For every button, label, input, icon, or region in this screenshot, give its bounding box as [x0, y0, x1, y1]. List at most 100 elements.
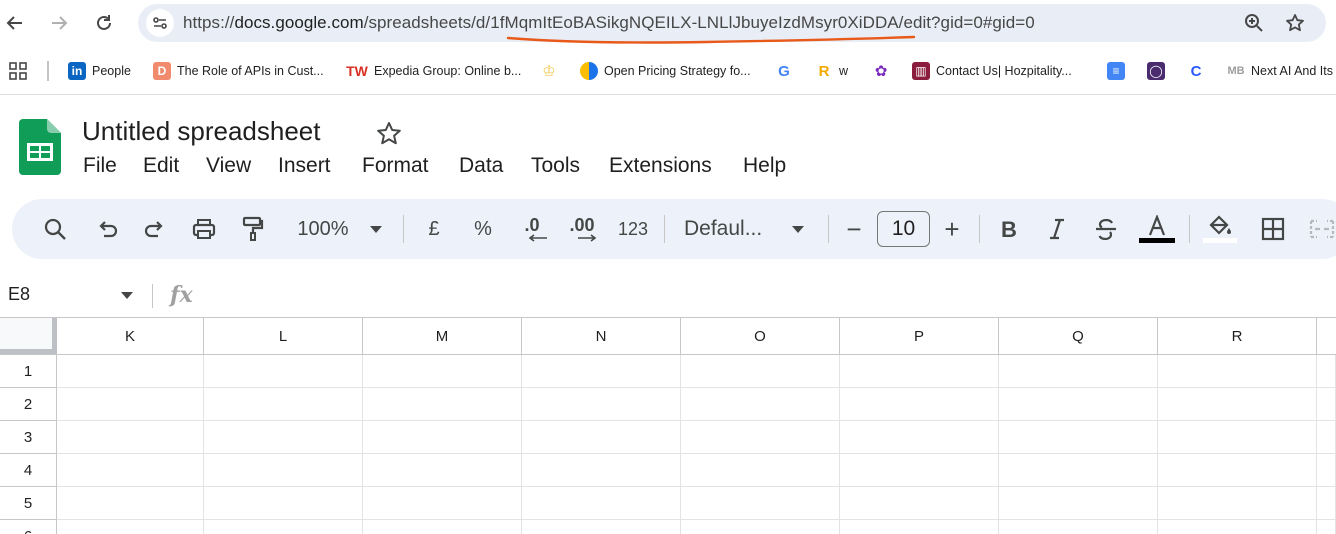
bookmark-item[interactable]: Rw: [815, 60, 848, 82]
menu-tools[interactable]: Tools: [531, 154, 580, 178]
grid-cell[interactable]: [57, 520, 204, 534]
grid-cell[interactable]: [999, 355, 1158, 388]
grid-cell[interactable]: [840, 520, 999, 534]
star-document-icon[interactable]: [375, 120, 403, 148]
grid-cell[interactable]: [57, 454, 204, 487]
column-header-partial[interactable]: [1317, 318, 1336, 355]
grid-cell[interactable]: [363, 454, 522, 487]
bookmark-item[interactable]: ✿: [872, 60, 896, 82]
row-header-3[interactable]: 3: [0, 421, 57, 454]
font-select[interactable]: Defaul...: [684, 212, 776, 246]
strikethrough-button[interactable]: [1092, 212, 1120, 246]
grid-cell[interactable]: [522, 355, 681, 388]
grid-cell[interactable]: [681, 421, 840, 454]
print-button[interactable]: [188, 212, 220, 246]
menu-file[interactable]: File: [83, 154, 117, 178]
grid-cell[interactable]: [57, 388, 204, 421]
grid-cell[interactable]: [681, 487, 840, 520]
grid-cell[interactable]: [1317, 454, 1336, 487]
forward-button[interactable]: [44, 8, 74, 38]
grid-cell[interactable]: [363, 388, 522, 421]
column-header-r[interactable]: R: [1158, 318, 1317, 355]
grid-cell[interactable]: [522, 520, 681, 534]
grid-cell[interactable]: [840, 487, 999, 520]
bookmark-star-button[interactable]: [1285, 13, 1305, 33]
menu-insert[interactable]: Insert: [278, 154, 331, 178]
menu-data[interactable]: Data: [459, 154, 503, 178]
column-header-q[interactable]: Q: [999, 318, 1158, 355]
document-title[interactable]: Untitled spreadsheet: [82, 116, 320, 147]
currency-format-button[interactable]: £: [422, 212, 446, 246]
grid-cell[interactable]: [363, 487, 522, 520]
zoom-select[interactable]: 100%: [288, 212, 358, 246]
bookmark-item[interactable]: D The Role of APIs in Cust...: [153, 60, 324, 82]
column-header-k[interactable]: K: [57, 318, 204, 355]
bold-button[interactable]: B: [996, 212, 1022, 246]
bookmark-item[interactable]: Open Pricing Strategy fo...: [580, 60, 751, 82]
decrease-font-size-button[interactable]: −: [842, 212, 866, 246]
grid-cell[interactable]: [681, 388, 840, 421]
grid-cell[interactable]: [840, 388, 999, 421]
font-size-input[interactable]: 10: [877, 211, 930, 247]
omnibox[interactable]: https://docs.google.com/spreadsheets/d/1…: [138, 4, 1326, 44]
grid-cell[interactable]: [840, 355, 999, 388]
google-sheets-logo-icon[interactable]: [19, 119, 61, 175]
grid-cell[interactable]: [57, 355, 204, 388]
bookmark-item[interactable]: MB Next AI And Its: [1227, 60, 1333, 82]
menu-format[interactable]: Format: [362, 154, 429, 178]
undo-button[interactable]: [92, 212, 122, 246]
bookmark-item[interactable]: C: [1187, 60, 1211, 82]
increase-font-size-button[interactable]: +: [940, 212, 964, 246]
bookmark-item[interactable]: ◯: [1147, 60, 1171, 82]
grid-cell[interactable]: [204, 355, 363, 388]
grid-cell[interactable]: [999, 421, 1158, 454]
zoom-page-button[interactable]: [1244, 13, 1264, 33]
url-text[interactable]: https://docs.google.com/spreadsheets/d/1…: [183, 13, 1035, 33]
grid-cell[interactable]: [522, 421, 681, 454]
grid-cell[interactable]: [1317, 421, 1336, 454]
grid-cell[interactable]: [681, 520, 840, 534]
grid-cell[interactable]: [999, 487, 1158, 520]
column-header-o[interactable]: O: [681, 318, 840, 355]
frozen-row-handle[interactable]: [0, 349, 57, 354]
grid-cell[interactable]: [999, 388, 1158, 421]
menu-help[interactable]: Help: [743, 154, 786, 178]
apps-button[interactable]: [8, 60, 28, 82]
grid-cell[interactable]: [1158, 355, 1317, 388]
grid-cell[interactable]: [204, 421, 363, 454]
grid-cell[interactable]: [1158, 520, 1317, 534]
grid-cell[interactable]: [204, 520, 363, 534]
grid-cell[interactable]: [1158, 421, 1317, 454]
italic-button[interactable]: [1044, 212, 1070, 246]
merge-cells-button[interactable]: [1308, 212, 1336, 246]
grid-cell[interactable]: [681, 355, 840, 388]
grid-cell[interactable]: [681, 454, 840, 487]
grid-cell[interactable]: [840, 421, 999, 454]
redo-button[interactable]: [140, 212, 170, 246]
menu-view[interactable]: View: [206, 154, 251, 178]
grid-cell[interactable]: [522, 388, 681, 421]
paint-format-button[interactable]: [238, 212, 268, 246]
grid-cell[interactable]: [522, 454, 681, 487]
grid-cell[interactable]: [1158, 487, 1317, 520]
menu-edit[interactable]: Edit: [143, 154, 179, 178]
bookmark-item[interactable]: ♔: [540, 60, 564, 82]
increase-decimal-button[interactable]: .00: [563, 212, 601, 246]
row-header-5[interactable]: 5: [0, 487, 57, 520]
grid-cell[interactable]: [1158, 388, 1317, 421]
borders-button[interactable]: [1258, 212, 1288, 246]
row-header-4[interactable]: 4: [0, 454, 57, 487]
back-button[interactable]: [0, 8, 30, 38]
select-all-corner[interactable]: [0, 318, 57, 355]
grid-cell[interactable]: [1317, 388, 1336, 421]
percent-format-button[interactable]: %: [470, 212, 496, 246]
decrease-decimal-button[interactable]: .0: [515, 212, 549, 246]
bookmark-item[interactable]: ≡: [1107, 60, 1131, 82]
column-header-m[interactable]: M: [363, 318, 522, 355]
text-color-button[interactable]: [1138, 212, 1176, 246]
zoom-dropdown-button[interactable]: [366, 212, 386, 246]
more-formats-button[interactable]: 123: [615, 212, 651, 246]
fill-color-button[interactable]: [1202, 212, 1238, 246]
menu-extensions[interactable]: Extensions: [609, 154, 712, 178]
grid-cell[interactable]: [204, 487, 363, 520]
